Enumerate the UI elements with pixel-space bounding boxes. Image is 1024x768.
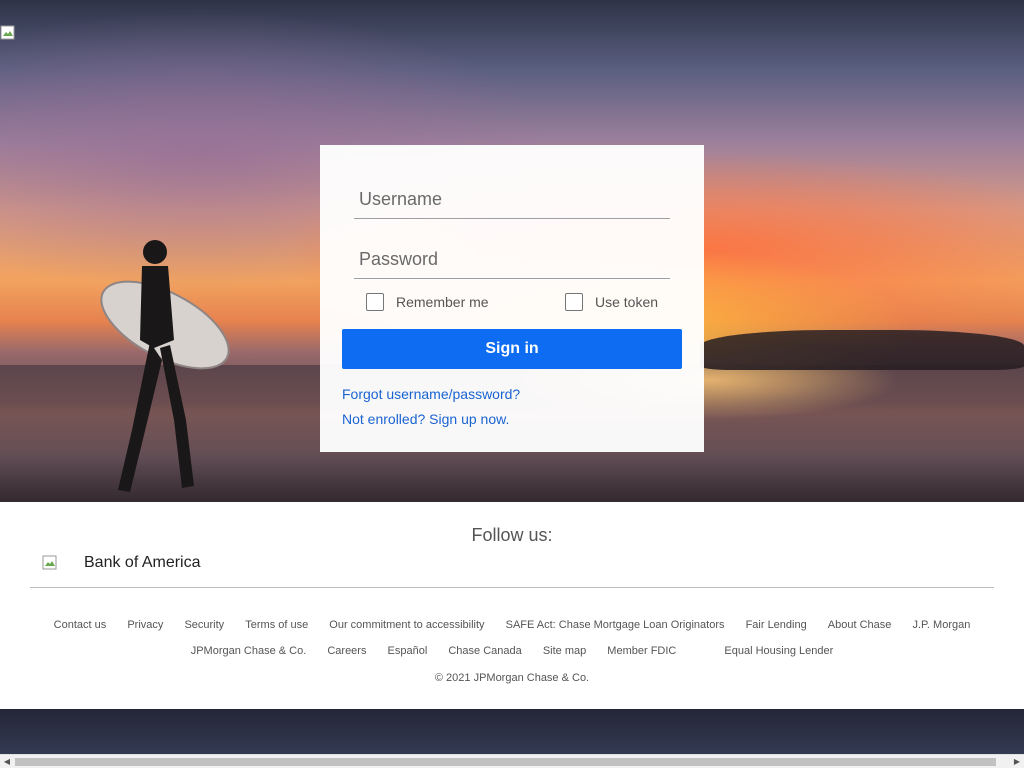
password-input[interactable]: [354, 241, 670, 278]
footer-link[interactable]: Careers: [327, 645, 366, 657]
remember-me-option[interactable]: Remember me: [366, 291, 489, 313]
footer-links-row-1: Contact us Privacy Security Terms of use…: [0, 619, 1024, 631]
footer-link[interactable]: Español: [388, 645, 428, 657]
forgot-credentials-link[interactable]: Forgot username/password?: [342, 386, 520, 402]
horizontal-scrollbar[interactable]: ◀ ▶: [0, 754, 1024, 768]
footer-link[interactable]: J.P. Morgan: [912, 619, 970, 631]
footer-link[interactable]: Terms of use: [245, 619, 308, 631]
footer-link[interactable]: Security: [184, 619, 224, 631]
footer-links-row-2: JPMorgan Chase & Co. Careers Español Cha…: [0, 645, 1024, 657]
footer-link[interactable]: Contact us: [54, 619, 107, 631]
social-link[interactable]: Bank of America: [42, 554, 201, 572]
footer-link[interactable]: SAFE Act: Chase Mortgage Loan Originator…: [506, 619, 725, 631]
scroll-left-arrow-icon[interactable]: ◀: [2, 757, 12, 767]
sign-in-button[interactable]: Sign in: [342, 329, 682, 369]
footer-link[interactable]: Member FDIC: [607, 645, 676, 657]
use-token-label: Use token: [595, 294, 659, 310]
footer-link[interactable]: Chase Canada: [448, 645, 521, 657]
footer-link[interactable]: About Chase: [828, 619, 892, 631]
broken-image-icon: [0, 25, 15, 40]
bottom-background-strip: [0, 709, 1024, 754]
copyright-text: © 2021 JPMorgan Chase & Co.: [434, 672, 590, 684]
broken-image-icon: [42, 555, 57, 570]
social-link-alt-text: Bank of America: [84, 554, 201, 571]
footer-link[interactable]: Privacy: [127, 619, 163, 631]
username-input[interactable]: [354, 181, 670, 218]
footer: Follow us: Bank of America Contact us Pr…: [0, 502, 1024, 709]
username-field-wrapper: [354, 181, 670, 219]
footer-link[interactable]: JPMorgan Chase & Co.: [191, 645, 307, 657]
footer-link[interactable]: Our commitment to accessibility: [329, 619, 484, 631]
remember-me-label: Remember me: [396, 294, 489, 310]
surfer-silhouette: [100, 240, 230, 492]
scroll-right-arrow-icon[interactable]: ▶: [1012, 757, 1022, 767]
login-card: Remember me Use token Sign in Forgot use…: [320, 145, 704, 452]
use-token-option[interactable]: Use token: [565, 291, 658, 313]
password-field-wrapper: [354, 241, 670, 279]
use-token-checkbox[interactable]: [565, 293, 583, 311]
footer-link[interactable]: Site map: [543, 645, 586, 657]
remember-me-checkbox[interactable]: [366, 293, 384, 311]
rocks: [700, 330, 1024, 370]
footer-link[interactable]: Equal Housing Lender: [724, 645, 833, 657]
enroll-link[interactable]: Not enrolled? Sign up now.: [342, 411, 509, 427]
follow-us-label: Follow us:: [471, 525, 553, 545]
scrollbar-thumb[interactable]: [15, 758, 996, 766]
footer-divider: [30, 587, 994, 588]
footer-link[interactable]: Fair Lending: [746, 619, 807, 631]
